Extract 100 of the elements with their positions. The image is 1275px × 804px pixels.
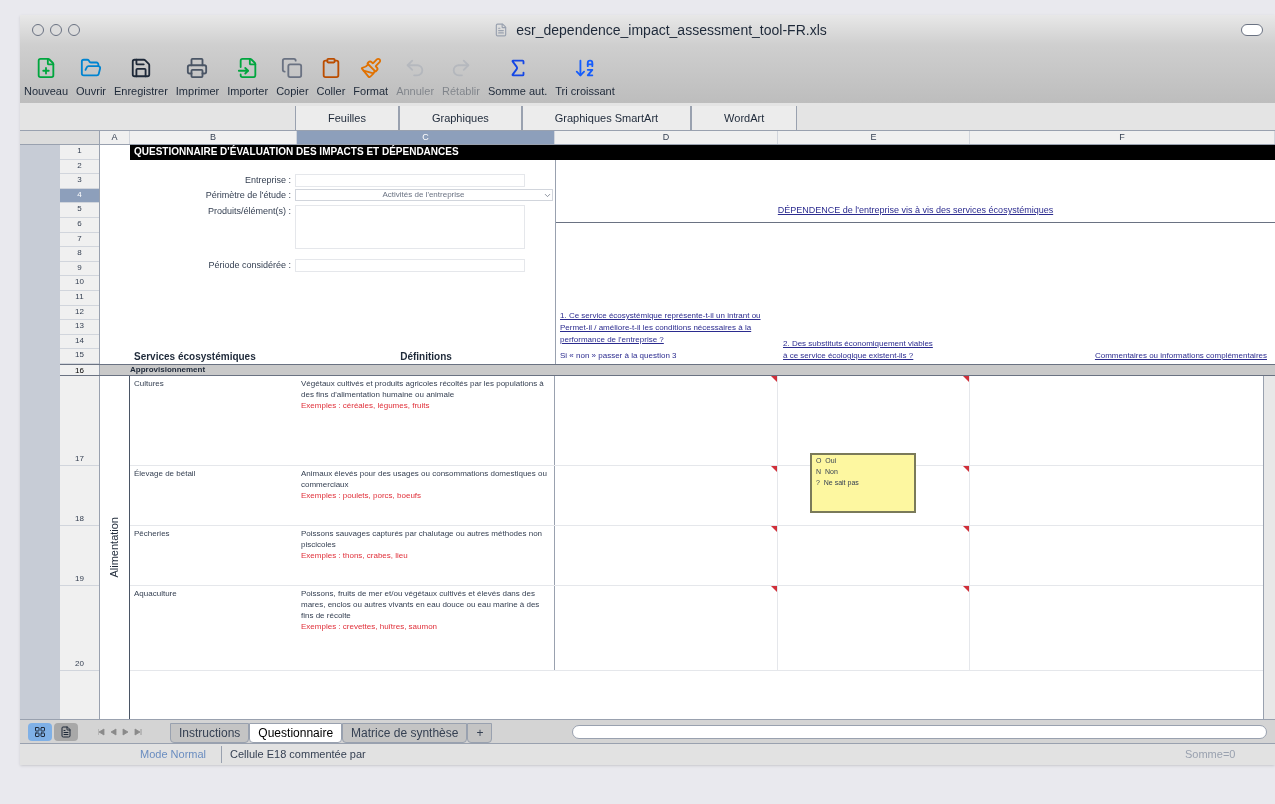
page-icon bbox=[60, 725, 72, 738]
definition-text: Poissons, fruits de mer et/ou végétaux cultivés et élevés dans des mares, enclos ou autres vivants en eau douce ou eau marine à des fins de récolte bbox=[301, 588, 541, 621]
row-header[interactable]: 7 bbox=[60, 232, 99, 248]
paintbrush-icon bbox=[359, 56, 382, 79]
column-header[interactable]: E bbox=[778, 131, 970, 144]
row-header[interactable]: 2 bbox=[60, 159, 99, 175]
row-header[interactable]: 8 bbox=[60, 247, 99, 262]
toolbar-button[interactable]: Importer bbox=[227, 56, 269, 99]
window-control-icon[interactable] bbox=[50, 24, 62, 36]
copy-icon bbox=[281, 56, 304, 79]
toolbar-button[interactable]: Tri croissant bbox=[555, 56, 615, 99]
group-label: Alimentation bbox=[107, 517, 122, 578]
column-heading: Commentaires ou informations complémentaires bbox=[1093, 350, 1268, 362]
row-header[interactable]: 13 bbox=[60, 320, 99, 335]
ribbon-tab[interactable]: Graphiques SmartArt bbox=[521, 106, 692, 130]
input-field[interactable] bbox=[295, 173, 525, 187]
comment-marker-icon bbox=[963, 466, 969, 472]
title-banner: QUESTIONNAIRE D'ÉVALUATION DES IMPACTS ET DÉPENDANCES bbox=[130, 145, 1275, 160]
row-header[interactable]: 5 bbox=[60, 203, 99, 218]
vertical-scrollbar[interactable] bbox=[1263, 376, 1275, 719]
view-button[interactable] bbox=[28, 722, 52, 741]
examples-text: Exemples : thons, crabes, lieu bbox=[301, 550, 409, 561]
row-header[interactable]: 15 bbox=[60, 349, 99, 364]
column-heading: Services écosystémiques bbox=[133, 350, 257, 364]
row-header[interactable]: 6 bbox=[60, 217, 99, 233]
ribbon-tab[interactable]: Feuilles bbox=[295, 106, 399, 130]
definition-text: Animaux élevés pour des usages ou consommations domestiques ou commerciaux bbox=[301, 468, 548, 490]
sheet-navigation-arrow-icon[interactable] bbox=[98, 727, 106, 736]
examples-text: Exemples : céréales, légumes, fruits bbox=[301, 400, 431, 411]
import-icon bbox=[236, 56, 259, 79]
input-field[interactable] bbox=[295, 204, 525, 249]
save-icon bbox=[129, 56, 152, 79]
comment-marker-icon bbox=[963, 526, 969, 532]
sheet-tab[interactable]: + bbox=[467, 723, 493, 743]
row-header[interactable]: 9 bbox=[60, 261, 99, 277]
row-header[interactable]: 20 bbox=[60, 586, 99, 671]
toolbar-button[interactable]: Ouvrir bbox=[76, 56, 106, 99]
sheet-tab[interactable]: Matrice de synthèse bbox=[342, 723, 468, 743]
scope-dropdown[interactable]: Activités de l'entreprise bbox=[295, 189, 553, 202]
toolbar-button[interactable]: Coller bbox=[316, 56, 346, 99]
toolbar-button[interactable]: Imprimer bbox=[175, 56, 220, 99]
view-mode-label: Mode Normal bbox=[140, 747, 207, 763]
window-control-icon[interactable] bbox=[32, 24, 44, 36]
toolbar-button[interactable]: Copier bbox=[276, 56, 309, 99]
window-control-icon[interactable] bbox=[68, 24, 80, 36]
row-header[interactable]: 12 bbox=[60, 305, 99, 321]
comment-marker-icon bbox=[771, 586, 777, 592]
examples-text: Exemples : poulets, porcs, boeufs bbox=[301, 490, 423, 501]
section-heading: DÉPENDENCE de l'entreprise vis à vis des services écosystémiques bbox=[777, 204, 1054, 218]
toolbar-button[interactable]: Enregistrer bbox=[114, 56, 168, 99]
column-header[interactable]: D bbox=[555, 131, 778, 144]
sum-display: Somme=0 bbox=[1185, 747, 1237, 763]
view-button[interactable] bbox=[54, 722, 78, 741]
new-file-icon bbox=[35, 56, 57, 79]
sheet-navigation-arrow-icon[interactable] bbox=[134, 727, 142, 736]
toolbar-button[interactable]: Somme aut. bbox=[487, 56, 548, 99]
comment-marker-icon bbox=[771, 526, 777, 532]
document-icon bbox=[494, 23, 509, 37]
input-field[interactable] bbox=[295, 258, 525, 272]
form-label: Période considérée : bbox=[207, 258, 292, 272]
row-header[interactable]: 17 bbox=[60, 376, 99, 466]
window-title: esr_dependence_impact_assessment_tool-FR.xls bbox=[516, 20, 827, 40]
service-name: Pêcheries bbox=[133, 528, 171, 540]
row-header[interactable]: 11 bbox=[60, 290, 99, 306]
examples-text: Exemples : crevettes, huîtres, saumon bbox=[301, 621, 439, 632]
row-header[interactable]: 16 bbox=[60, 365, 100, 375]
sheet-tab[interactable]: Instructions bbox=[170, 723, 250, 743]
question-text: 2. Des substituts économiquement viables à ce service écologique existent-ils ? bbox=[782, 338, 934, 362]
row-header[interactable]: 14 bbox=[60, 334, 99, 350]
row-header[interactable]: 10 bbox=[60, 276, 99, 291]
printer-icon bbox=[186, 56, 209, 79]
column-heading: Définitions bbox=[399, 350, 453, 364]
toolbar-toggle-button[interactable] bbox=[1241, 24, 1263, 36]
grid-icon bbox=[34, 725, 46, 738]
row-header[interactable]: 1 bbox=[60, 145, 99, 160]
question-note: Si « non » passer à la question 3 bbox=[560, 350, 678, 362]
service-name: Aquaculture bbox=[133, 588, 178, 600]
ribbon-tab[interactable]: Graphiques bbox=[398, 106, 522, 130]
definition-text: Poissons sauvages capturés par chalutage ou autres méthodes non piscicoles bbox=[301, 528, 544, 550]
row-header[interactable]: 19 bbox=[60, 526, 99, 586]
horizontal-scrollbar[interactable] bbox=[572, 724, 1267, 739]
row-header[interactable]: 18 bbox=[60, 466, 99, 526]
sheet-tab[interactable]: Questionnaire bbox=[249, 723, 343, 743]
status-message: Cellule E18 commentée par bbox=[221, 746, 1185, 763]
row-header[interactable]: 3 bbox=[60, 174, 99, 189]
form-label: Entreprise : bbox=[243, 173, 292, 187]
form-label: Produits/élément(s) : bbox=[206, 204, 292, 218]
service-name: Cultures bbox=[133, 378, 165, 390]
form-label: Périmètre de l'étude : bbox=[204, 189, 292, 203]
service-name: Élevage de bétail bbox=[133, 468, 197, 480]
toolbar-button[interactable]: Nouveau bbox=[24, 56, 69, 99]
comment-marker-icon bbox=[963, 586, 969, 592]
column-header[interactable]: A bbox=[100, 131, 130, 144]
column-header[interactable]: F bbox=[970, 131, 1275, 144]
question-text: 1. Ce service écosystémique représente-t-il un intrant ou Permet-il / améliore-t-il les conditions nécessaires à la performance de l'entreprise ? bbox=[560, 310, 762, 346]
category-label: Approvisionnement bbox=[130, 365, 206, 375]
toolbar-button[interactable]: Format bbox=[353, 56, 389, 99]
ribbon-tab[interactable]: WordArt bbox=[691, 106, 798, 130]
comment-marker-icon bbox=[771, 466, 777, 472]
definition-text: Végétaux cultivés et produits agricoles récoltés par les populations à des fins d'alimentation humaine ou animale bbox=[301, 378, 545, 400]
